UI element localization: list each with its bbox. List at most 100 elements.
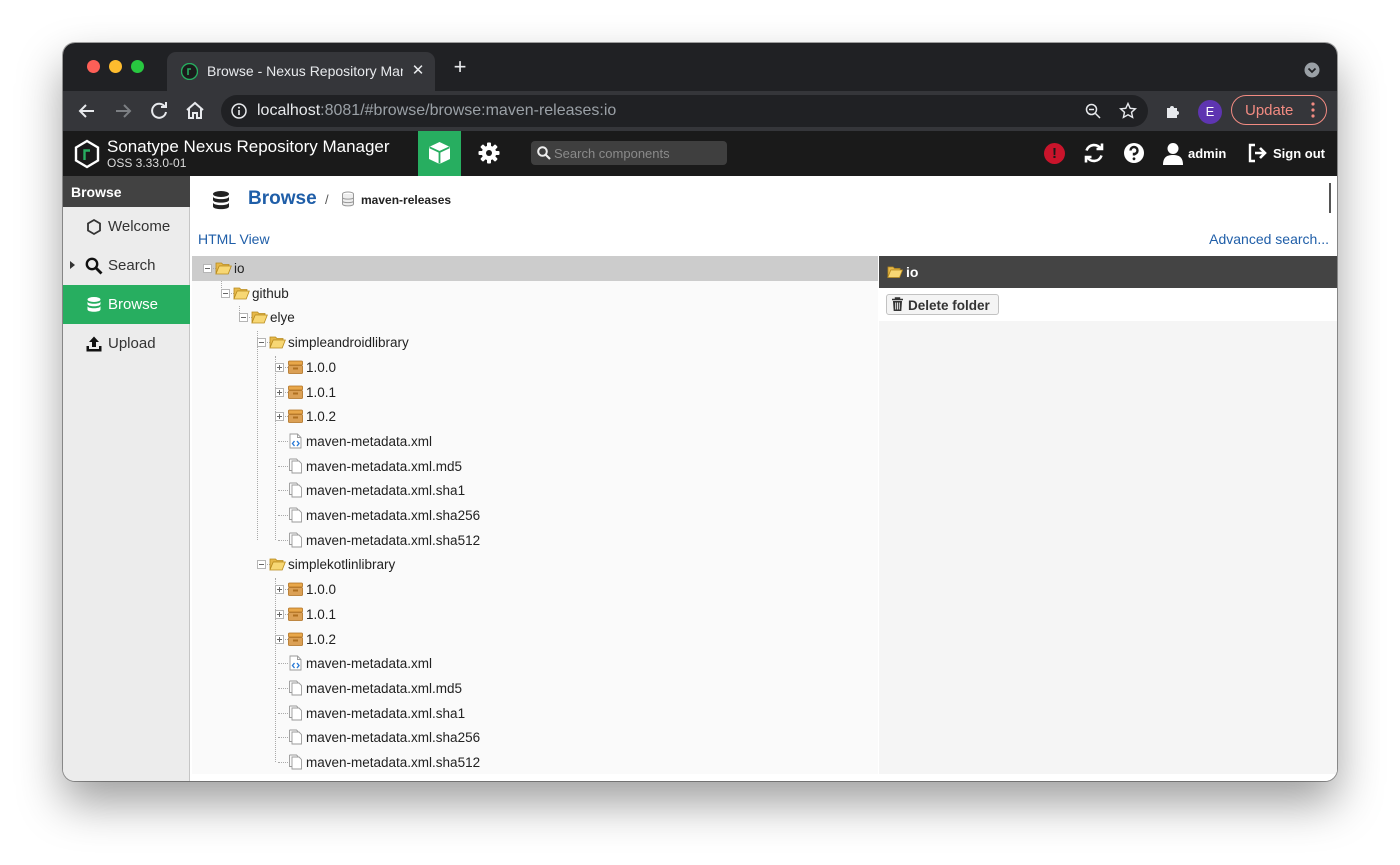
url-host: localhost <box>257 102 321 119</box>
tree-row[interactable]: simpleandroidlibrary <box>192 330 878 355</box>
refresh-icon[interactable] <box>1083 142 1105 164</box>
close-window-button[interactable] <box>87 60 100 73</box>
nav-item-upload[interactable]: Upload <box>63 324 190 363</box>
trash-icon <box>892 297 903 311</box>
tree-row[interactable]: 1.0.0 <box>192 355 878 380</box>
admin-mode-button[interactable] <box>467 131 510 176</box>
tree-row[interactable]: 1.0.2 <box>192 404 878 429</box>
tree-row[interactable]: maven-metadata.xml.md5 <box>192 676 878 701</box>
home-icon[interactable] <box>183 99 207 123</box>
zoom-out-icon[interactable] <box>1085 103 1101 119</box>
tree-row[interactable]: simplekotlinlibrary <box>192 552 878 577</box>
repository-database-icon <box>342 191 354 207</box>
back-arrow-icon[interactable] <box>75 99 99 123</box>
profile-avatar[interactable]: E <box>1198 100 1222 124</box>
advanced-search-link[interactable]: Advanced search... <box>1209 231 1329 247</box>
collapse-icon[interactable] <box>257 560 266 570</box>
tree-row[interactable]: 1.0.1 <box>192 380 878 405</box>
cube-icon <box>429 142 450 164</box>
tree-row[interactable]: maven-metadata.xml.sha512 <box>192 750 878 775</box>
url-text[interactable]: localhost:8081/#browse/browse:maven-rele… <box>257 102 616 120</box>
tree-row[interactable]: maven-metadata.xml.sha1 <box>192 478 878 503</box>
sign-out-link[interactable]: Sign out <box>1273 146 1325 161</box>
component-box-icon <box>287 408 304 424</box>
tree-row[interactable]: maven-metadata.xml.sha1 <box>192 701 878 726</box>
help-icon[interactable] <box>1123 142 1145 164</box>
alert-icon[interactable]: ! <box>1044 143 1065 164</box>
new-tab-icon[interactable]: + <box>449 56 471 78</box>
tree-node-label: 1.0.2 <box>306 409 337 425</box>
folder-open-icon <box>269 556 286 572</box>
nav-item-search[interactable]: Search <box>63 246 190 285</box>
bookmark-star-icon[interactable] <box>1119 102 1137 120</box>
user-name[interactable]: admin <box>1188 146 1226 161</box>
main-panel: Browse / maven-releases HTML View Advanc… <box>191 176 1337 781</box>
expand-arrow-icon[interactable] <box>70 261 75 269</box>
user-icon[interactable] <box>1162 142 1184 166</box>
detail-title: io <box>906 264 919 280</box>
nav-label: Upload <box>108 335 156 352</box>
file-icon <box>287 507 304 523</box>
tree-row[interactable]: maven-metadata.xml.sha256 <box>192 725 878 750</box>
browser-window: Browse - Nexus Repository Manager ✕ + <box>63 43 1337 781</box>
app-header: Sonatype Nexus Repository Manager OSS 3.… <box>63 131 1337 176</box>
nav-item-welcome[interactable]: Welcome <box>63 207 190 246</box>
tab-strip: Browse - Nexus Repository Manager ✕ + <box>63 43 1337 91</box>
sign-out-icon[interactable] <box>1247 143 1269 163</box>
collapse-icon[interactable] <box>203 264 212 273</box>
tab-close-icon[interactable]: ✕ <box>411 61 425 81</box>
expand-icon[interactable] <box>275 609 284 619</box>
scrollbar-thumb[interactable] <box>1329 183 1331 213</box>
tree-row[interactable]: maven-metadata.xml <box>192 429 878 454</box>
file-icon <box>287 705 304 721</box>
delete-folder-button[interactable]: Delete folder <box>886 294 999 315</box>
tree-row[interactable]: maven-metadata.xml.md5 <box>192 454 878 479</box>
site-info-icon[interactable] <box>231 103 247 119</box>
tree-row[interactable]: maven-metadata.xml.sha512 <box>192 528 878 553</box>
nexus-favicon-icon <box>181 63 198 80</box>
component-box-icon <box>287 581 304 597</box>
xml-file-icon <box>287 655 304 671</box>
extensions-puzzle-icon[interactable] <box>1164 102 1182 120</box>
collapse-icon[interactable] <box>221 288 230 298</box>
browse-mode-button[interactable] <box>418 131 461 176</box>
search-icon <box>85 257 103 275</box>
maximize-window-button[interactable] <box>131 60 144 73</box>
expand-icon[interactable] <box>275 387 284 397</box>
file-icon <box>287 482 304 498</box>
tree-row[interactable]: github <box>192 281 878 306</box>
database-icon <box>213 191 229 210</box>
expand-icon[interactable] <box>275 412 284 422</box>
forward-arrow-icon[interactable] <box>111 99 135 123</box>
component-search-input[interactable] <box>554 144 722 162</box>
expand-icon[interactable] <box>275 362 284 372</box>
collapse-icon[interactable] <box>239 313 248 323</box>
address-bar[interactable]: localhost:8081/#browse/browse:maven-rele… <box>221 95 1148 127</box>
nav-item-browse[interactable]: Browse <box>63 285 190 324</box>
gear-icon <box>478 142 500 164</box>
tree-row[interactable]: io <box>192 256 878 281</box>
nexus-logo-icon <box>74 139 100 169</box>
tab-search-icon[interactable] <box>1304 62 1320 78</box>
tree-row[interactable]: 1.0.2 <box>192 627 878 652</box>
component-box-icon <box>287 631 304 647</box>
collapse-icon[interactable] <box>257 338 266 348</box>
update-button[interactable]: Update <box>1231 95 1327 125</box>
tree-node-label: maven-metadata.xml.sha256 <box>306 508 481 523</box>
minimize-window-button[interactable] <box>109 60 122 73</box>
tree-row[interactable]: maven-metadata.xml.sha256 <box>192 503 878 528</box>
tree-row[interactable]: 1.0.0 <box>192 577 878 602</box>
expand-icon[interactable] <box>275 585 284 595</box>
tree-row[interactable]: elye <box>192 305 878 330</box>
tree-node-label: maven-metadata.xml.md5 <box>306 680 463 696</box>
folder-open-icon <box>887 266 903 278</box>
breadcrumb-browse[interactable]: Browse <box>248 188 317 210</box>
tree-row[interactable]: maven-metadata.xml <box>192 651 878 676</box>
browser-tab[interactable]: Browse - Nexus Repository Manager ✕ <box>167 52 435 91</box>
xml-file-icon <box>287 433 304 449</box>
reload-icon[interactable] <box>147 99 171 123</box>
html-view-link[interactable]: HTML View <box>198 231 270 247</box>
expand-icon[interactable] <box>275 634 284 644</box>
tree-row[interactable]: 1.0.1 <box>192 602 878 627</box>
database-icon <box>87 297 101 312</box>
